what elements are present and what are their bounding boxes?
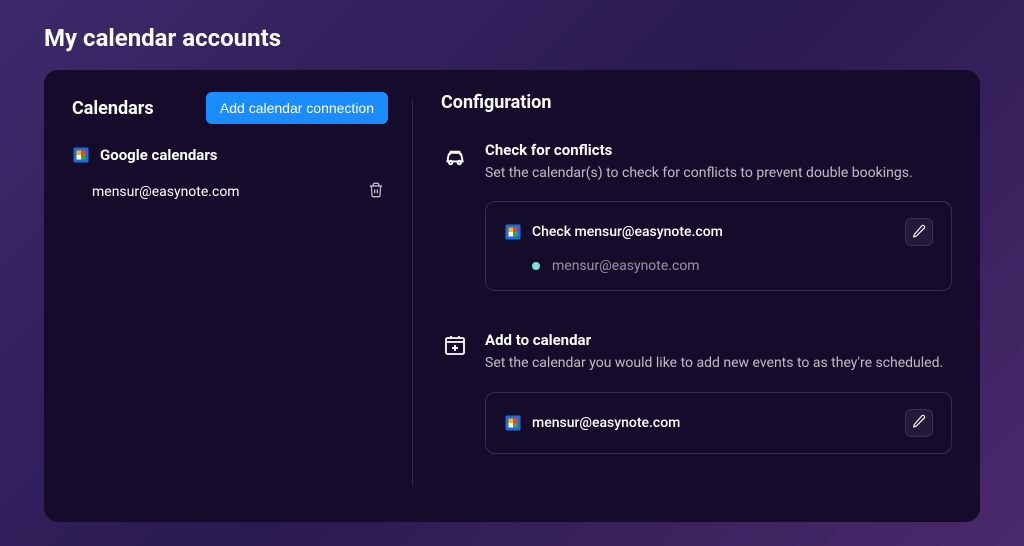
page-title: My calendar accounts [44, 24, 980, 52]
calendars-sidebar: Calendars Add calendar connection Google… [72, 92, 412, 494]
delete-account-button[interactable] [364, 178, 388, 205]
account-email: mensur@easynote.com [92, 184, 240, 200]
list-item: mensur@easynote.com [532, 258, 933, 274]
google-calendar-icon [504, 414, 522, 432]
conflicts-section: Check for conflicts Set the calendar(s) … [441, 141, 952, 291]
calendar-account-row: mensur@easynote.com [72, 178, 388, 205]
conflicts-title: Check for conflicts [485, 141, 952, 159]
trash-icon [368, 182, 384, 201]
addto-description: Set the calendar you would like to add n… [485, 353, 952, 373]
calendars-heading: Calendars [72, 98, 154, 119]
addto-box: mensur@easynote.com [485, 392, 952, 454]
configuration-panel: Configuration Check for conflicts [413, 92, 952, 494]
conflicts-description: Set the calendar(s) to check for conflic… [485, 163, 952, 183]
conflicts-check-label: Check mensur@easynote.com [532, 224, 895, 240]
google-calendar-icon [504, 223, 522, 241]
car-icon [442, 143, 468, 173]
google-calendar-icon [72, 146, 90, 164]
conflict-sub-email: mensur@easynote.com [552, 258, 700, 274]
edit-conflicts-button[interactable] [905, 218, 933, 246]
add-calendar-connection-button[interactable]: Add calendar connection [206, 92, 388, 124]
conflicts-box: Check mensur@easynote.com mensur@easynot… [485, 201, 952, 291]
pencil-icon [912, 224, 926, 241]
pencil-icon [912, 414, 926, 431]
status-dot-icon [532, 262, 540, 270]
provider-row-google: Google calendars [72, 146, 388, 164]
addto-section: Add to calendar Set the calendar you wou… [441, 331, 952, 453]
addto-selected-email: mensur@easynote.com [532, 415, 895, 431]
calendar-add-icon [443, 333, 467, 361]
edit-addto-button[interactable] [905, 409, 933, 437]
settings-card: Calendars Add calendar connection Google… [44, 70, 980, 522]
configuration-heading: Configuration [441, 92, 952, 113]
provider-label: Google calendars [100, 146, 218, 164]
conflicts-sublist: mensur@easynote.com [504, 258, 933, 274]
addto-title: Add to calendar [485, 331, 952, 349]
